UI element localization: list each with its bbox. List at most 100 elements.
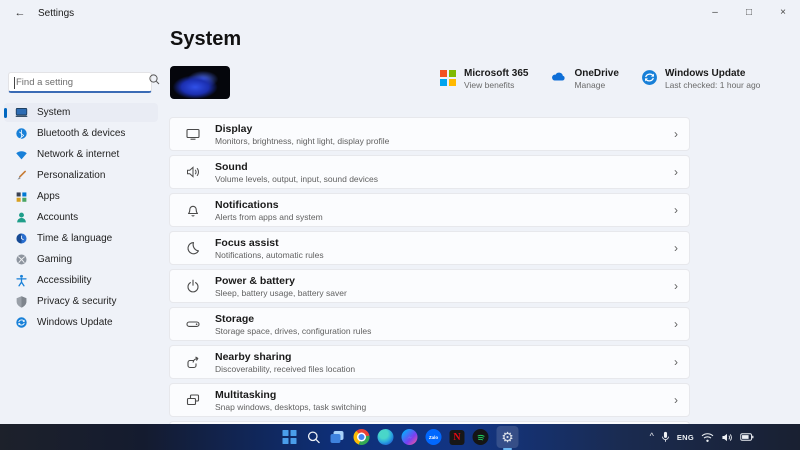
chevron-right-icon: › [674, 127, 678, 141]
focus-assist-moon-icon [185, 240, 201, 256]
sidebar-item-time-language[interactable]: Time & language [4, 229, 158, 248]
settings-app-icon[interactable]: ⚙ [497, 426, 519, 448]
messenger-icon[interactable] [402, 429, 418, 445]
header-shortcuts: Microsoft 365 View benefits OneDrive Man… [440, 68, 782, 91]
card-title: Multitasking [215, 389, 366, 402]
card-subtitle: Volume levels, output, input, sound devi… [215, 174, 378, 184]
edge-icon[interactable] [378, 429, 394, 445]
netflix-icon[interactable]: N [450, 430, 465, 445]
xbox-icon [15, 253, 28, 266]
taskbar-search-button[interactable] [306, 429, 322, 445]
language-indicator[interactable]: ENG [677, 433, 694, 442]
close-button[interactable]: × [766, 0, 800, 24]
sidebar-item-privacy-security[interactable]: Privacy & security [4, 292, 158, 311]
card-storage[interactable]: Storage Storage space, drives, configura… [169, 307, 690, 341]
sidebar-item-system[interactable]: System [4, 103, 158, 122]
display-icon [185, 126, 201, 142]
page-title: System [170, 28, 241, 51]
sidebar-item-personalization[interactable]: Personalization [4, 166, 158, 185]
shortcut-microsoft-365[interactable]: Microsoft 365 View benefits [440, 68, 528, 91]
spotify-icon[interactable] [473, 429, 489, 445]
settings-list: Display Monitors, brightness, night ligh… [169, 117, 690, 426]
sidebar-item-label: Personalization [37, 170, 105, 181]
sidebar-item-accessibility[interactable]: Accessibility [4, 271, 158, 290]
windows-update-icon [641, 69, 658, 86]
sidebar-item-accounts[interactable]: Accounts [4, 208, 158, 227]
sidebar-item-label: Accessibility [37, 275, 91, 286]
search-box[interactable] [8, 72, 152, 93]
card-display[interactable]: Display Monitors, brightness, night ligh… [169, 117, 690, 151]
settings-window: ← Settings – □ × System [0, 0, 800, 424]
sidebar-item-windows-update[interactable]: Windows Update [4, 313, 158, 332]
sidebar-nav: System Bluetooth & devices Network & int… [4, 103, 158, 334]
chevron-right-icon: › [674, 241, 678, 255]
system-icon [15, 106, 28, 119]
zalo-icon[interactable]: Zalo [426, 429, 442, 445]
power-icon [185, 278, 201, 294]
sidebar-item-gaming[interactable]: Gaming [4, 250, 158, 269]
shortcut-title: OneDrive [574, 68, 618, 80]
text-caret [14, 77, 15, 89]
card-title: Sound [215, 161, 378, 174]
card-title: Focus assist [215, 237, 324, 250]
shield-icon [15, 295, 28, 308]
sidebar-item-bluetooth-devices[interactable]: Bluetooth & devices [4, 124, 158, 143]
shortcut-onedrive[interactable]: OneDrive Manage [550, 68, 618, 91]
back-button[interactable]: ← [6, 2, 34, 24]
card-subtitle: Monitors, brightness, night light, displ… [215, 136, 389, 146]
search-icon [148, 73, 166, 91]
start-button[interactable] [282, 429, 298, 445]
shortcut-subtitle[interactable]: View benefits [464, 80, 528, 91]
taskbar-center-icons: Zalo N ⚙ [282, 424, 519, 450]
person-icon [15, 211, 28, 224]
sidebar-item-label: Gaming [37, 254, 72, 265]
shortcut-windows-update[interactable]: Windows Update Last checked: 1 hour ago [641, 68, 760, 91]
card-notifications[interactable]: Notifications Alerts from apps and syste… [169, 193, 690, 227]
speaker-icon[interactable] [721, 432, 733, 443]
card-multitasking[interactable]: Multitasking Snap windows, desktops, tas… [169, 383, 690, 417]
gear-icon: ⚙ [501, 430, 514, 444]
chevron-right-icon: › [674, 279, 678, 293]
wifi-icon [15, 148, 28, 161]
sidebar-item-apps[interactable]: Apps [4, 187, 158, 206]
card-title: Notifications [215, 199, 323, 212]
back-arrow-icon: ← [15, 7, 26, 19]
clock-globe-icon [15, 232, 28, 245]
card-title: Display [215, 123, 389, 136]
brush-icon [15, 169, 28, 182]
nearby-sharing-icon [185, 354, 201, 370]
card-nearby-sharing[interactable]: Nearby sharing Discoverability, received… [169, 345, 690, 379]
card-subtitle: Notifications, automatic rules [215, 250, 324, 260]
wifi-icon[interactable] [701, 432, 714, 443]
onedrive-icon [550, 69, 567, 86]
microphone-icon[interactable] [661, 431, 670, 443]
sound-icon [185, 164, 201, 180]
chevron-right-icon: › [674, 317, 678, 331]
maximize-button[interactable]: □ [732, 0, 766, 24]
sidebar-item-label: Time & language [37, 233, 112, 244]
card-focus-assist[interactable]: Focus assist Notifications, automatic ru… [169, 231, 690, 265]
device-thumbnail [170, 66, 230, 99]
taskbar: Zalo N ⚙ ^ ENG [0, 424, 800, 450]
card-subtitle: Storage space, drives, configuration rul… [215, 326, 371, 336]
shortcut-title: Microsoft 365 [464, 68, 528, 80]
minimize-button[interactable]: – [698, 0, 732, 24]
notifications-bell-icon [185, 202, 201, 218]
battery-icon[interactable] [740, 432, 754, 442]
card-title: Storage [215, 313, 371, 326]
card-title: Nearby sharing [215, 351, 355, 364]
card-subtitle: Alerts from apps and system [215, 212, 323, 222]
chrome-icon[interactable] [354, 429, 370, 445]
tray-expand-chevron-icon[interactable]: ^ [650, 431, 654, 441]
sidebar-item-network-internet[interactable]: Network & internet [4, 145, 158, 164]
sidebar-item-label: Privacy & security [37, 296, 116, 307]
maximize-icon: □ [746, 7, 752, 18]
shortcut-subtitle[interactable]: Manage [574, 80, 618, 91]
card-subtitle: Discoverability, received files location [215, 364, 355, 374]
search-input[interactable] [9, 77, 148, 88]
card-sound[interactable]: Sound Volume levels, output, input, soun… [169, 155, 690, 189]
windows-logo-icon [282, 430, 297, 445]
system-tray: ^ ENG [650, 424, 754, 450]
task-view-button[interactable] [330, 429, 346, 445]
card-power-battery[interactable]: Power & battery Sleep, battery usage, ba… [169, 269, 690, 303]
